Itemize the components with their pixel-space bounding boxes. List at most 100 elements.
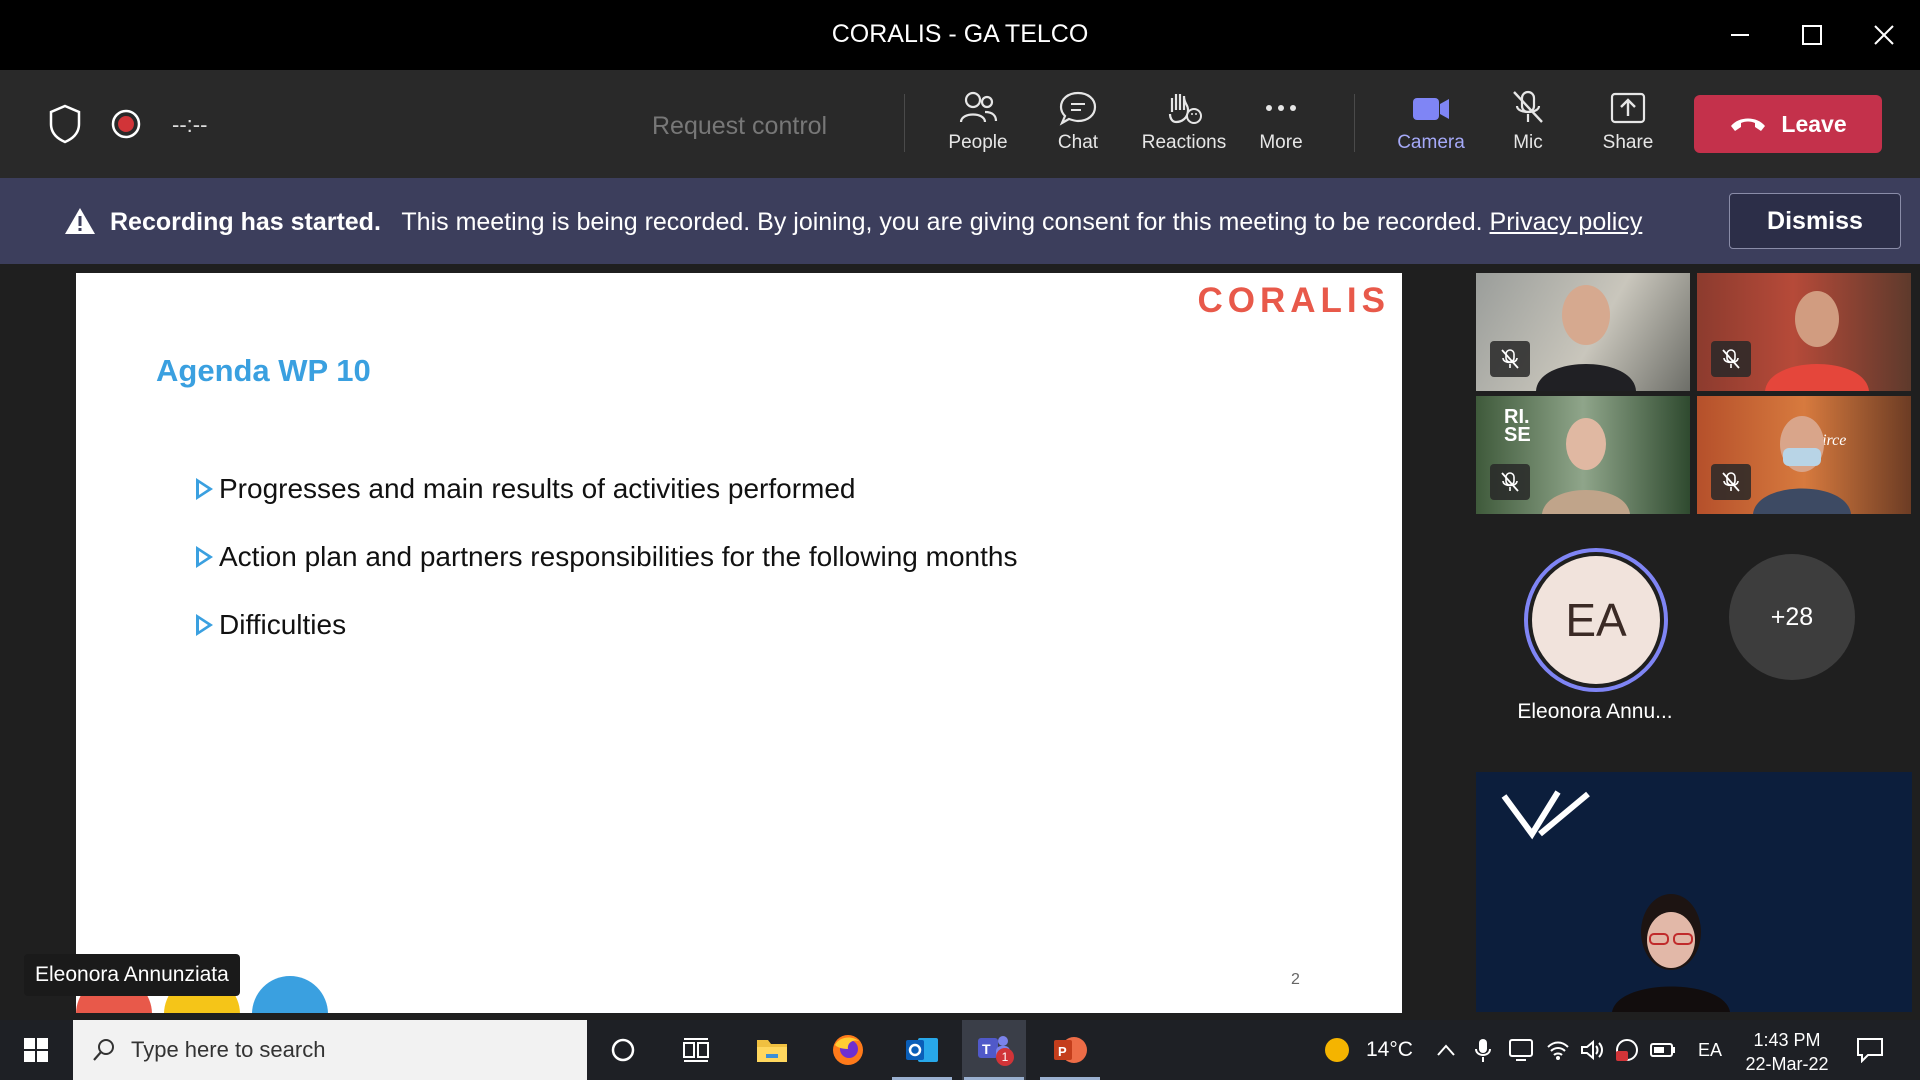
tray-volume[interactable] xyxy=(1580,1020,1604,1080)
toolbar-divider xyxy=(904,94,905,152)
request-control-button[interactable]: Request control xyxy=(652,112,827,141)
shared-slide: CORALIS Agenda WP 10 Progresses and main… xyxy=(76,273,1402,1013)
hangup-icon xyxy=(1731,118,1766,131)
triangle-bullet-icon xyxy=(196,614,213,636)
share-icon xyxy=(1610,92,1646,124)
dismiss-button[interactable]: Dismiss xyxy=(1729,193,1901,249)
maximize-icon xyxy=(1802,25,1822,45)
toolbar-divider xyxy=(1354,94,1355,152)
participant-silhouette xyxy=(1542,418,1630,514)
participant-avatar[interactable]: EA xyxy=(1524,548,1668,692)
task-view-button[interactable] xyxy=(678,1032,714,1068)
share-button[interactable]: Share xyxy=(1583,90,1673,154)
recording-icon xyxy=(110,108,142,145)
svg-text:P: P xyxy=(1058,1044,1067,1059)
shield-icon[interactable] xyxy=(48,104,82,149)
camera-button[interactable]: Camera xyxy=(1381,90,1481,154)
muted-indicator xyxy=(1711,464,1751,500)
clock-date: 22-Mar-22 xyxy=(1745,1054,1829,1074)
participant-video-tile[interactable] xyxy=(1476,273,1690,391)
tile-logo-text: RI. SE xyxy=(1504,406,1531,446)
participant-silhouette xyxy=(1753,416,1851,514)
minimize-button[interactable] xyxy=(1716,14,1764,56)
self-video-tile[interactable] xyxy=(1476,772,1912,1012)
participant-silhouette xyxy=(1536,285,1636,391)
participant-video-tile[interactable]: circe xyxy=(1697,396,1911,514)
outlook-icon xyxy=(906,1038,938,1062)
powerpoint-button[interactable]: P xyxy=(1052,1032,1088,1068)
folder-icon xyxy=(757,1040,787,1062)
clock-time: 1:43 PM xyxy=(1753,1030,1821,1050)
chat-label: Chat xyxy=(1057,132,1099,153)
participant-silhouette xyxy=(1612,894,1730,1012)
leave-label: Leave xyxy=(1781,110,1847,137)
muted-indicator xyxy=(1490,464,1530,500)
participant-silhouette xyxy=(1765,291,1869,391)
cortana-icon xyxy=(611,1038,635,1062)
participant-video-tile[interactable] xyxy=(1697,273,1911,391)
camera-label: Camera xyxy=(1397,132,1465,153)
title-bar: CORALIS - GA TELCO xyxy=(0,0,1920,70)
weather-widget[interactable]: 14°C xyxy=(1322,1020,1413,1080)
reactions-button[interactable]: Reactions xyxy=(1134,90,1234,154)
tray-wifi[interactable] xyxy=(1546,1020,1570,1080)
microphone-icon xyxy=(1475,1039,1491,1062)
teams-taskbar-button[interactable]: T 1 xyxy=(962,1020,1026,1080)
outlook-button[interactable] xyxy=(904,1032,940,1068)
maximize-button[interactable] xyxy=(1788,14,1836,56)
windows-icon xyxy=(24,1038,48,1062)
window-title: CORALIS - GA TELCO xyxy=(831,20,1089,48)
tray-clock[interactable]: 1:43 PM 22-Mar-22 xyxy=(1742,1028,1832,1076)
camera-icon xyxy=(1413,98,1449,120)
search-icon xyxy=(93,1039,114,1061)
tray-language[interactable]: EA xyxy=(1698,1020,1722,1080)
reactions-icon xyxy=(1168,94,1202,124)
presenter-name-chip: Eleonora Annunziata xyxy=(24,954,240,996)
cortana-button[interactable] xyxy=(605,1032,641,1068)
tray-mic[interactable] xyxy=(1474,1020,1492,1080)
brand-logo-icon xyxy=(1501,790,1590,840)
meeting-toolbar: --:-- Request control People Chat Reacti… xyxy=(0,70,1920,178)
chat-button[interactable]: Chat xyxy=(1033,90,1123,154)
leave-button[interactable]: Leave xyxy=(1694,95,1882,153)
tray-network-app[interactable] xyxy=(1614,1020,1640,1080)
people-icon xyxy=(959,91,998,123)
people-button[interactable]: People xyxy=(933,90,1023,154)
more-participants-button[interactable]: +28 xyxy=(1729,554,1855,680)
privacy-policy-link[interactable]: Privacy policy xyxy=(1490,208,1643,236)
teams-notification-badge: 1 xyxy=(996,1048,1014,1066)
svg-text:T: T xyxy=(982,1041,991,1057)
share-label: Share xyxy=(1602,132,1654,153)
tray-battery[interactable] xyxy=(1650,1020,1676,1080)
sun-icon xyxy=(1325,1038,1349,1062)
tray-chevron[interactable] xyxy=(1436,1020,1456,1080)
slide-logo: CORALIS xyxy=(1197,281,1390,320)
more-icon xyxy=(1266,105,1296,111)
mic-off-icon xyxy=(1722,349,1740,369)
banner-message: Recording has started. This meeting is b… xyxy=(110,208,1642,237)
weather-temperature: 14°C xyxy=(1366,1038,1413,1061)
notification-center-button[interactable] xyxy=(1856,1020,1884,1080)
avatar-initials: EA xyxy=(1532,556,1660,684)
monitor-icon xyxy=(1509,1039,1533,1061)
close-button[interactable] xyxy=(1860,14,1908,56)
tray-app-icon[interactable] xyxy=(1508,1020,1534,1080)
battery-icon xyxy=(1650,1043,1675,1057)
mic-button[interactable]: Mic xyxy=(1483,90,1573,154)
triangle-bullet-icon xyxy=(196,546,213,568)
file-explorer-button[interactable] xyxy=(754,1032,790,1068)
more-button[interactable]: More xyxy=(1236,90,1326,154)
decor-circle-blue xyxy=(252,976,328,1013)
mic-off-icon xyxy=(1501,472,1519,492)
people-label: People xyxy=(948,132,1008,153)
mic-off-icon xyxy=(1501,349,1519,369)
search-placeholder: Type here to search xyxy=(131,1037,326,1062)
windows-start-button[interactable] xyxy=(18,1032,54,1068)
taskbar-search-box[interactable]: Type here to search xyxy=(73,1020,587,1080)
warning-icon xyxy=(64,206,96,241)
firefox-button[interactable] xyxy=(830,1032,866,1068)
chat-icon xyxy=(1059,91,1097,126)
banner-title: Recording has started. xyxy=(110,208,381,236)
participant-video-tile[interactable]: RI. SE xyxy=(1476,396,1690,514)
mic-off-icon xyxy=(1513,90,1543,123)
